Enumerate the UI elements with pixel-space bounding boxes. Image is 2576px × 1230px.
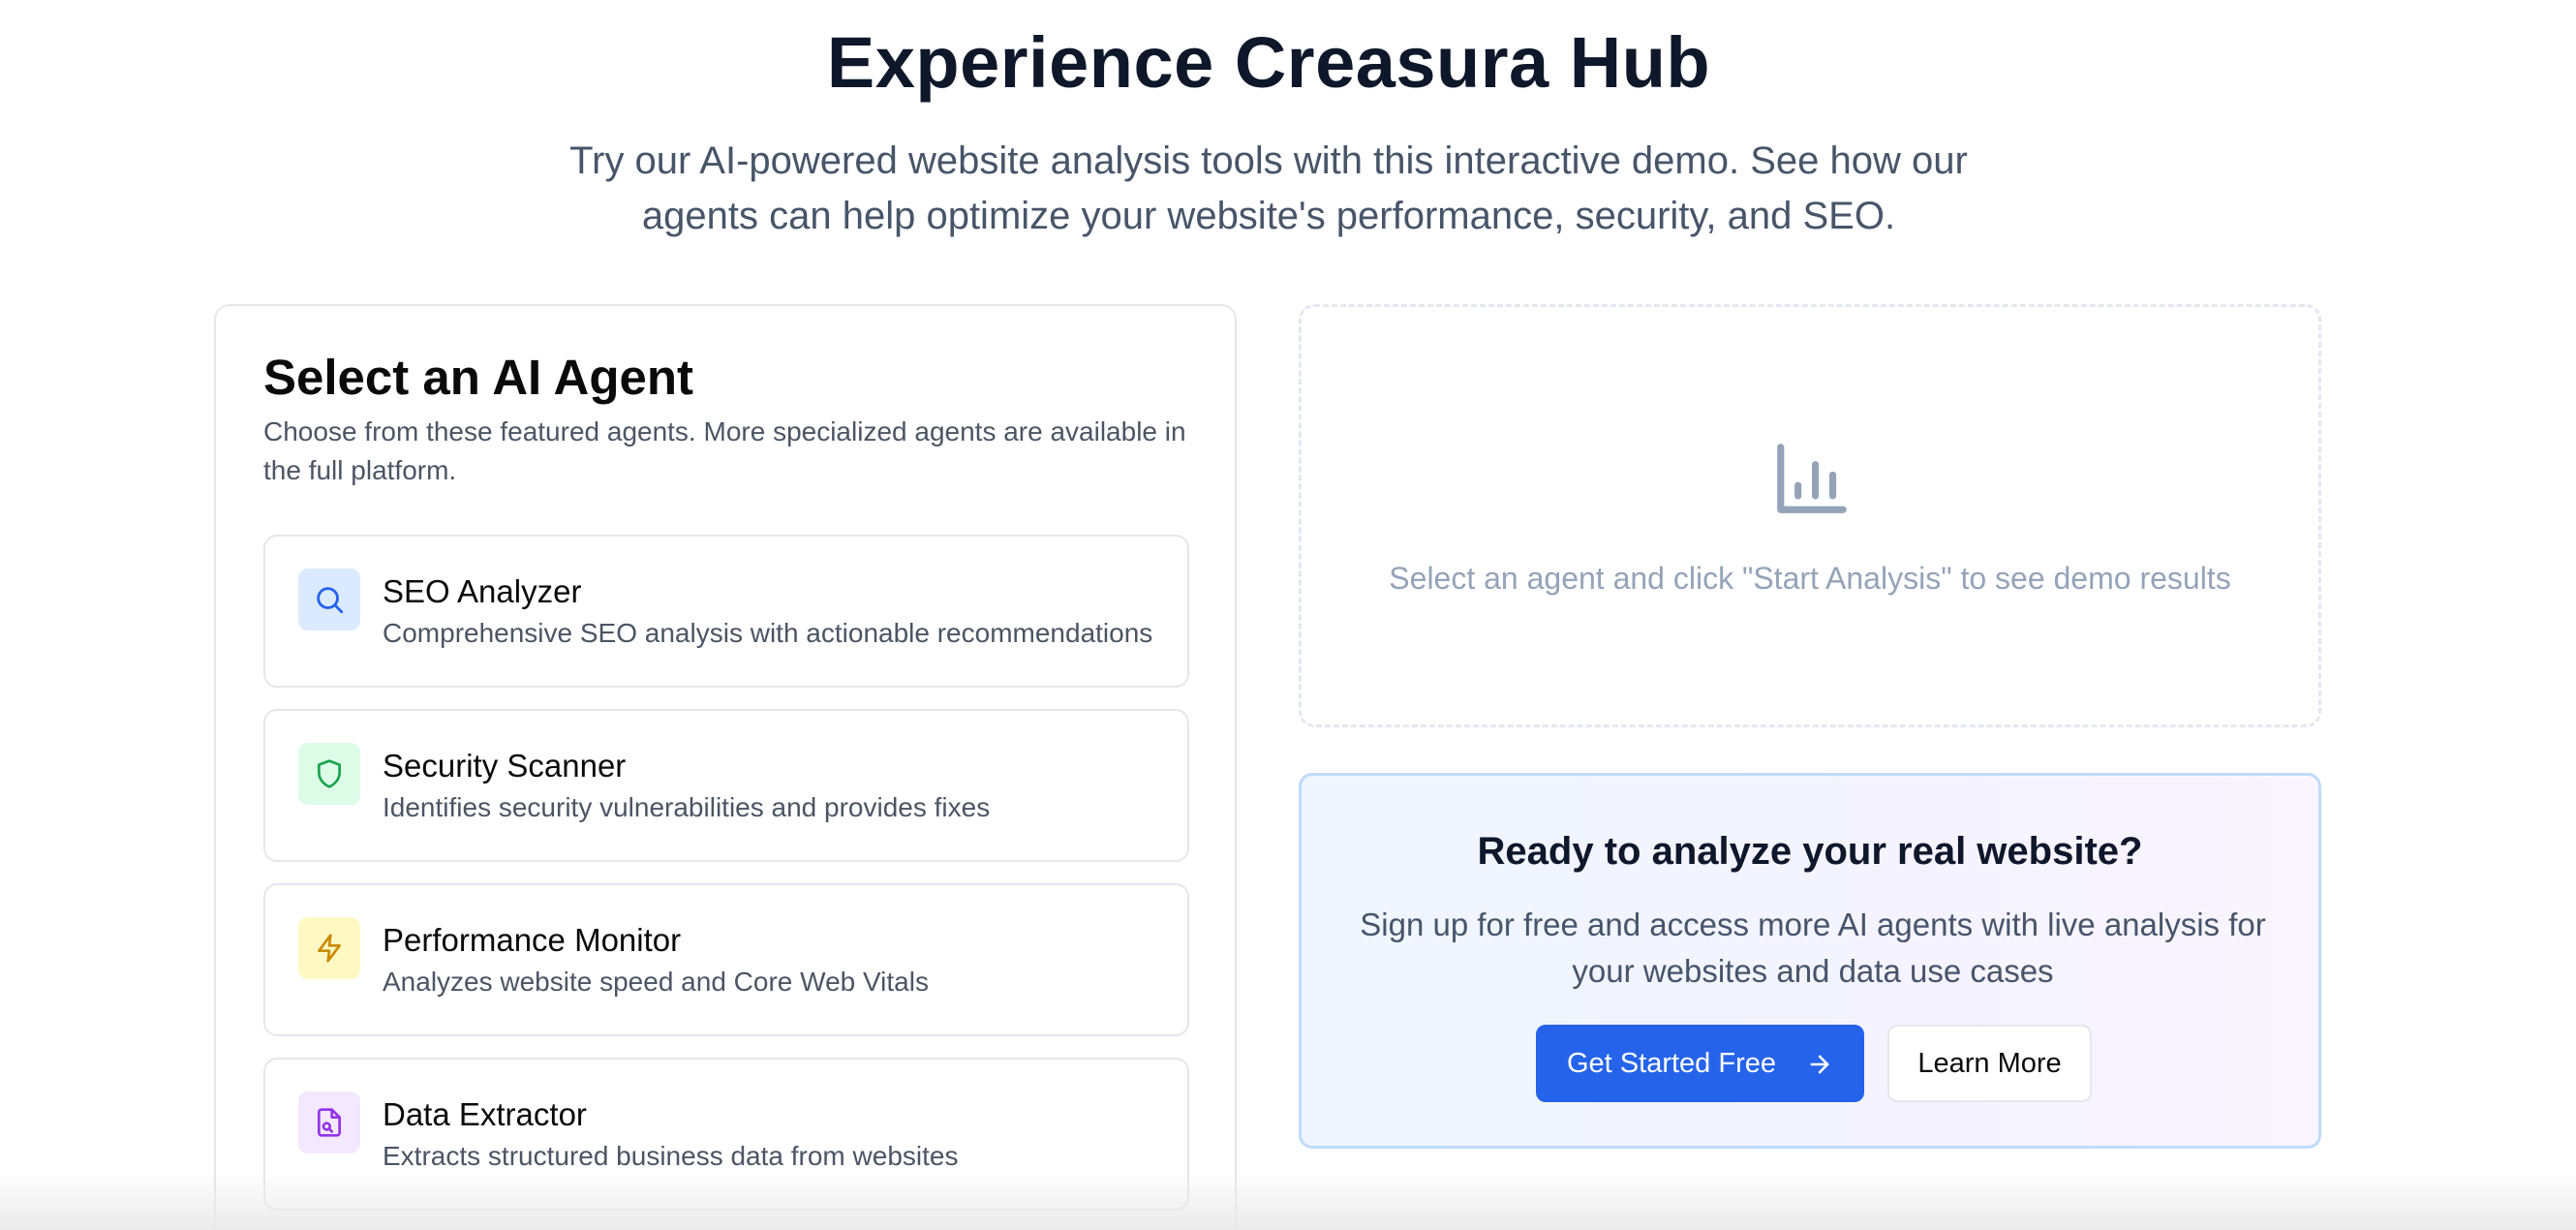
agent-selection-panel: Select an AI Agent Choose from these fea…	[214, 304, 1237, 1230]
learn-more-button[interactable]: Learn More	[1887, 1025, 2092, 1102]
agent-name: Data Extractor	[383, 1096, 587, 1132]
agent-description: Identifies security vulnerabilities and …	[383, 792, 991, 822]
search-icon	[298, 569, 360, 630]
results-placeholder-text: Select an agent and click "Start Analysi…	[1389, 561, 2231, 596]
get-started-label: Get Started Free	[1567, 1047, 1776, 1079]
page-subtitle-line-2: agents can help optimize your website's …	[641, 195, 1896, 237]
page-subtitle-line-1: Try our AI-powered website analysis tool…	[569, 139, 1968, 182]
agent-description: Analyzes website speed and Core Web Vita…	[383, 967, 929, 997]
lightning-icon	[298, 917, 360, 979]
arrow-right-icon	[1806, 1051, 1833, 1086]
agent-card-performance-monitor[interactable]: Performance Monitor Analyzes website spe…	[263, 883, 1189, 1036]
cta-text-line-1: Sign up for free and access more AI agen…	[1360, 907, 2266, 942]
agent-description: Extracts structured business data from w…	[383, 1141, 959, 1171]
cta-text-line-2: your websites and data use cases	[1572, 953, 2054, 989]
agent-description: Comprehensive SEO analysis with actionab…	[383, 618, 1153, 648]
cta-title: Ready to analyze your real website?	[1477, 830, 2143, 873]
agent-name: Performance Monitor	[383, 922, 682, 958]
agent-card-seo-analyzer[interactable]: SEO Analyzer Comprehensive SEO analysis …	[263, 535, 1189, 688]
bar-chart-icon	[1770, 437, 1854, 520]
panel-description: Choose from these featured agents. More …	[263, 416, 1186, 485]
agent-card-data-extractor[interactable]: Data Extractor Extracts structured busin…	[263, 1058, 1189, 1211]
agent-name: SEO Analyzer	[383, 573, 582, 609]
agent-card-security-scanner[interactable]: Security Scanner Identifies security vul…	[263, 709, 1189, 862]
file-search-icon	[298, 1092, 360, 1153]
panel-title: Select an AI Agent	[263, 350, 693, 405]
page-title: Experience Creasura Hub	[826, 22, 1711, 103]
results-placeholder: Select an agent and click "Start Analysi…	[1299, 304, 2321, 727]
shield-icon	[298, 743, 360, 805]
page-subtitle: Try our AI-powered website analysis tool…	[542, 134, 1995, 244]
signup-cta: Ready to analyze your real website? Sign…	[1299, 773, 2321, 1149]
learn-more-label: Learn More	[1917, 1047, 2062, 1079]
cta-text: Sign up for free and access more AI agen…	[1360, 902, 2266, 995]
agent-name: Security Scanner	[383, 748, 627, 784]
get-started-button[interactable]: Get Started Free	[1536, 1025, 1864, 1102]
